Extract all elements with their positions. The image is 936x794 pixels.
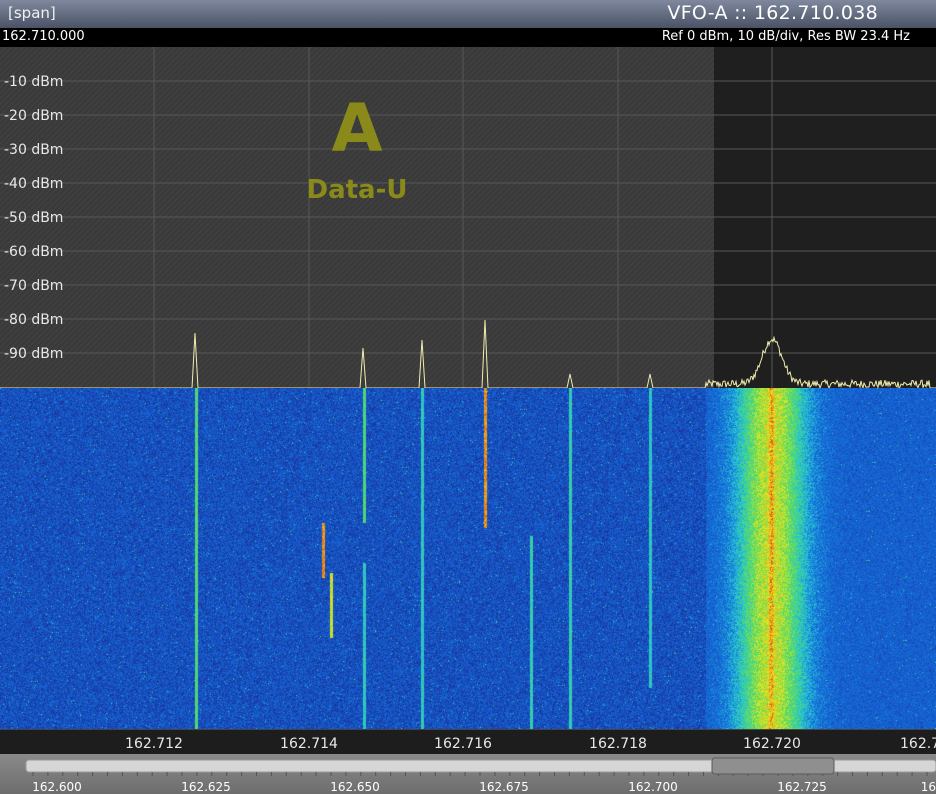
db-label: -70 dBm [4, 278, 63, 294]
freq-tick-label: 162.720 [743, 736, 801, 752]
spectrum-display[interactable]: -10 dBm -20 dBm -30 dBm -40 dBm -50 dBm … [0, 47, 936, 388]
scroll-scale-label: 162.600 [32, 780, 82, 794]
vfo-frequency-readout[interactable]: VFO-A :: 162.710.038 [667, 2, 878, 24]
db-label: -30 dBm [4, 142, 63, 158]
freq-tick-label: 162.718 [589, 736, 647, 752]
mode-name: Data-U [306, 175, 407, 205]
band-scrollbar[interactable]: 162.600 162.625 162.650 162.675 162.700 … [0, 754, 936, 794]
frequency-axis: 162.712 162.714 162.716 162.718 162.720 … [0, 729, 936, 755]
scroll-scale-label: 162.625 [181, 780, 231, 794]
db-label: -20 dBm [4, 108, 63, 124]
info-bar: 162.710.000 Ref 0 dBm, 10 dB/div, Res BW… [0, 28, 936, 47]
center-frequency: 162.710.000 [2, 29, 85, 44]
scroll-scale-label: 162.725 [777, 780, 827, 794]
freq-tick-label: 162.714 [280, 736, 338, 752]
db-label: -60 dBm [4, 244, 63, 260]
spectrum-plot: -10 dBm -20 dBm -30 dBm -40 dBm -50 dBm … [0, 47, 936, 388]
freq-tick-label: 162.716 [434, 736, 492, 752]
reference-info: Ref 0 dBm, 10 dB/div, Res BW 23.4 Hz [661, 29, 910, 44]
scroll-scale-label: 162.700 [628, 780, 678, 794]
scroll-scale-label: 162.675 [479, 780, 529, 794]
scroll-scale-label: 16 [921, 780, 936, 794]
db-label: -50 dBm [4, 210, 63, 226]
scroll-scale-label: 162.650 [330, 780, 380, 794]
freq-tick-label: 162.712 [125, 736, 183, 752]
db-label: -90 dBm [4, 346, 63, 362]
db-label: -80 dBm [4, 312, 63, 328]
scroll-thumb[interactable] [711, 757, 835, 775]
span-label[interactable]: [span] [8, 4, 56, 22]
freq-tick-label: 162.7 [900, 736, 936, 752]
mode-letter: A [331, 90, 382, 167]
db-label: -10 dBm [4, 74, 63, 90]
waterfall-canvas [0, 388, 936, 729]
waterfall-display[interactable] [0, 388, 936, 729]
db-label: -40 dBm [4, 176, 63, 192]
title-bar: [span] VFO-A :: 162.710.038 [0, 0, 936, 28]
